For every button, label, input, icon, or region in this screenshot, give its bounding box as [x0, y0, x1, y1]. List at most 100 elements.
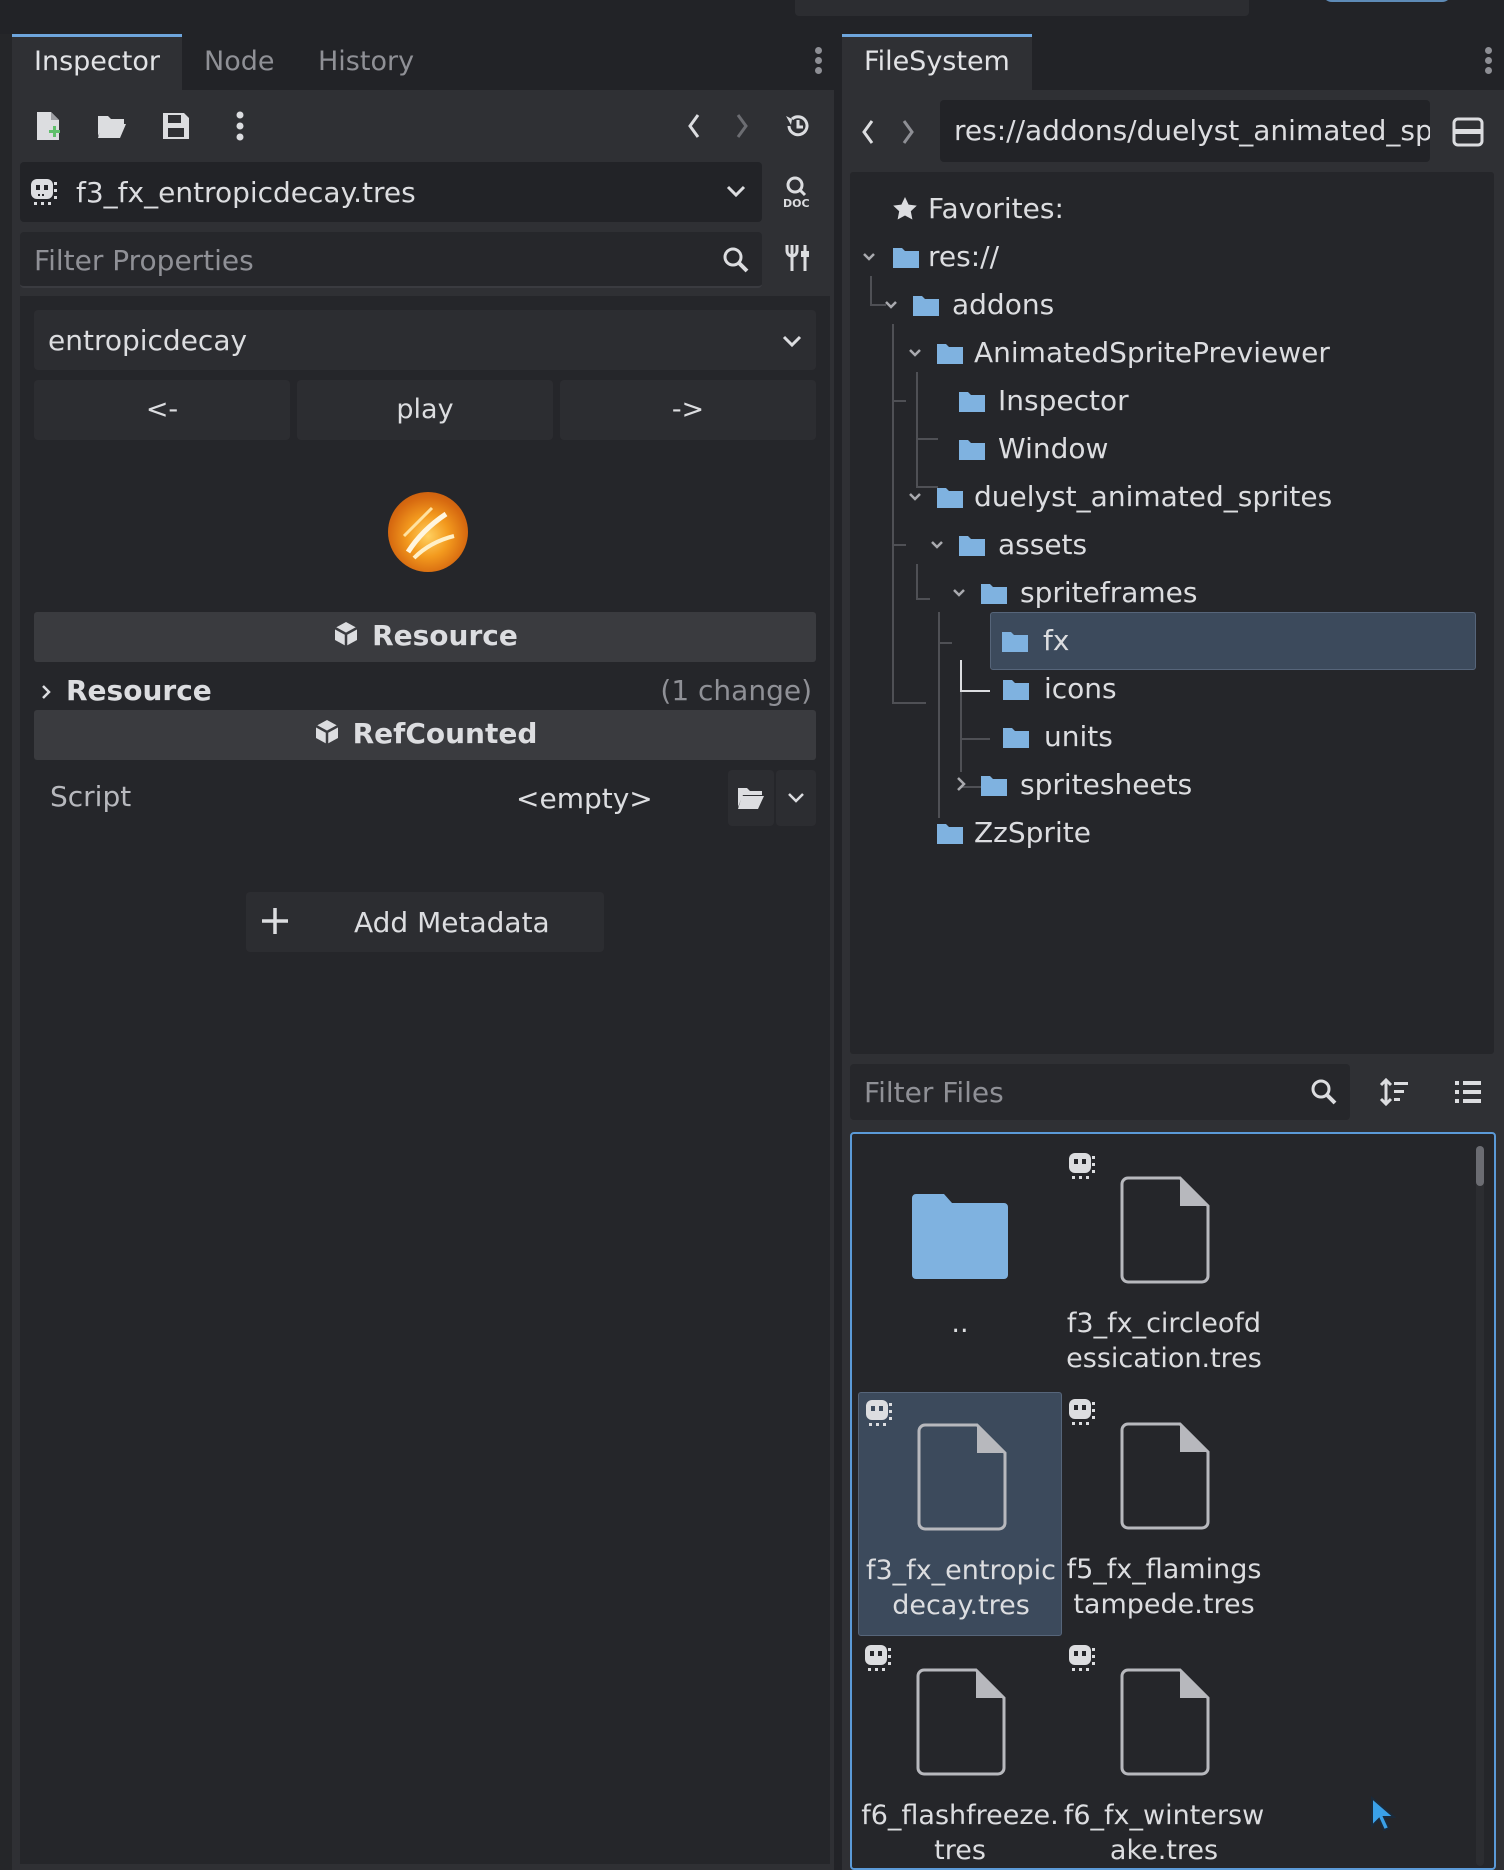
- folder-icon: [910, 1192, 1010, 1282]
- tree-item-addons[interactable]: addons: [850, 280, 1490, 330]
- file-item[interactable]: f3_fx_circleofdessication.tres: [1062, 1146, 1266, 1390]
- file-icon: [1120, 1176, 1210, 1286]
- inspector-dock-tabbar: Inspector Node History: [12, 34, 834, 90]
- resource-name: f3_fx_entropicdecay.tres: [76, 176, 416, 209]
- svg-text:DOC: DOC: [783, 197, 810, 209]
- filter-properties-input[interactable]: Filter Properties: [20, 232, 762, 288]
- tree-item-zzsprite[interactable]: ZzSprite: [850, 808, 1490, 858]
- file-icon: [916, 1668, 1006, 1778]
- inspector-properties: entropicdecay <- play -> Resource Resour…: [20, 296, 830, 1864]
- chevron-down-icon: [908, 492, 922, 502]
- tree-item-spriteframes[interactable]: spriteframes: [850, 568, 1490, 618]
- more-options-icon[interactable]: [218, 104, 262, 148]
- tree-item-assets[interactable]: assets: [850, 520, 1490, 570]
- file-grid-scrollbar[interactable]: [1476, 1146, 1484, 1866]
- folder-icon: [958, 389, 986, 413]
- file-item[interactable]: f6_fx_winterswake.tres: [1062, 1638, 1266, 1868]
- file-item-parent[interactable]: ..: [858, 1146, 1062, 1390]
- resource-changes-count: (1 change): [660, 674, 812, 707]
- open-folder-icon[interactable]: [90, 104, 134, 148]
- spriteframes-icon: [1068, 1644, 1098, 1672]
- navigate-back-icon[interactable]: [850, 110, 886, 154]
- file-icon: [1120, 1422, 1210, 1532]
- tree-item-spritesheets[interactable]: spritesheets: [850, 760, 1490, 810]
- path-input[interactable]: res://addons/duelyst_animated_spr: [940, 100, 1430, 162]
- folder-icon: [1002, 677, 1030, 701]
- star-icon: [892, 196, 918, 222]
- spriteframes-icon: [1068, 1398, 1098, 1426]
- tree-favorites[interactable]: Favorites:: [850, 184, 1490, 234]
- new-resource-icon[interactable]: [26, 104, 70, 148]
- file-item[interactable]: f5_fx_flamingstampede.tres: [1062, 1392, 1266, 1636]
- animation-select-value: entropicdecay: [48, 324, 248, 357]
- tab-filesystem[interactable]: FileSystem: [842, 34, 1032, 90]
- split-mode-icon[interactable]: [1446, 110, 1490, 154]
- object-history-icon[interactable]: [776, 104, 820, 148]
- folder-icon: [936, 485, 964, 509]
- cube-icon: [313, 718, 341, 746]
- folder-icon: [892, 245, 920, 269]
- dock-menu-icon[interactable]: [1476, 44, 1500, 80]
- script-label: Script: [50, 780, 132, 813]
- resource-group-row[interactable]: Resource (1 change): [34, 666, 816, 716]
- spriteframes-icon: [864, 1644, 894, 1672]
- file-item[interactable]: f6_flashfreeze.tres: [858, 1638, 1062, 1868]
- script-value[interactable]: <empty>: [516, 782, 653, 815]
- search-icon: [722, 246, 750, 274]
- scrollbar-thumb[interactable]: [1476, 1146, 1484, 1186]
- tree-item-units[interactable]: units: [850, 712, 1490, 762]
- tree-item-inspector[interactable]: Inspector: [850, 376, 1490, 426]
- doc-help-icon[interactable]: DOC: [776, 170, 820, 214]
- filesystem-dock-tabbar: FileSystem: [842, 34, 1504, 90]
- file-name: f3_fx_entropicdecay.tres: [866, 1555, 1056, 1621]
- chevron-down-icon: [788, 793, 804, 803]
- sprite-preview: [388, 492, 468, 572]
- tree-item-icons[interactable]: icons: [850, 664, 1490, 714]
- inspector-panel: f3_fx_entropicdecay.tres DOC Filter Prop…: [12, 90, 834, 1870]
- file-name: ..: [951, 1308, 969, 1339]
- history-forward-icon[interactable]: [720, 104, 764, 148]
- dock-menu-icon[interactable]: [806, 44, 830, 80]
- filesystem-panel: res://addons/duelyst_animated_spr Favori…: [842, 90, 1504, 1870]
- next-frame-button[interactable]: ->: [560, 380, 816, 440]
- folder-icon: [912, 293, 940, 317]
- path-value: res://addons/duelyst_animated_spr: [954, 114, 1430, 147]
- dock-splitter[interactable]: [834, 34, 842, 1870]
- search-icon: [1310, 1078, 1338, 1106]
- refcounted-section-header: RefCounted: [34, 710, 816, 760]
- tree-item-root[interactable]: res://: [850, 232, 1490, 282]
- save-icon[interactable]: [154, 104, 198, 148]
- scene-tab-fragment: [795, 0, 1249, 16]
- accent-fragment: [1322, 0, 1452, 2]
- script-options-button[interactable]: [776, 770, 816, 826]
- chevron-right-icon: [40, 684, 52, 700]
- script-property-row: Script <empty>: [34, 770, 816, 826]
- tab-history[interactable]: History: [296, 34, 436, 90]
- tab-inspector[interactable]: Inspector: [12, 34, 182, 90]
- tree-item-duelyst-animated-sprites[interactable]: duelyst_animated_sprites: [850, 472, 1490, 522]
- play-button[interactable]: play: [297, 380, 553, 440]
- tree-item-fx[interactable]: fx: [990, 612, 1476, 670]
- add-metadata-label: Add Metadata: [354, 906, 550, 939]
- tree-item-animatedspritepreviewer[interactable]: AnimatedSpritePreviewer: [850, 328, 1490, 378]
- tools-icon[interactable]: [776, 236, 820, 280]
- resource-picker[interactable]: f3_fx_entropicdecay.tres: [20, 162, 762, 222]
- file-item-selected[interactable]: f3_fx_entropicdecay.tres: [858, 1392, 1062, 1636]
- mouse-cursor-icon: [1370, 1796, 1396, 1832]
- file-name: f3_fx_circleofdessication.tres: [1066, 1308, 1262, 1374]
- filter-properties-placeholder: Filter Properties: [34, 244, 254, 277]
- filter-files-input[interactable]: Filter Files: [850, 1064, 1350, 1120]
- filesystem-tree: Favorites: res:// addons AnimatedSpriteP…: [850, 172, 1494, 1054]
- navigate-forward-icon[interactable]: [890, 110, 926, 154]
- list-view-icon[interactable]: [1446, 1070, 1490, 1114]
- load-script-button[interactable]: [728, 770, 774, 826]
- sort-icon[interactable]: [1372, 1070, 1416, 1114]
- history-back-icon[interactable]: [672, 104, 716, 148]
- add-metadata-button[interactable]: Add Metadata: [246, 892, 604, 952]
- tab-node[interactable]: Node: [182, 34, 296, 90]
- tree-item-window[interactable]: Window: [850, 424, 1490, 474]
- chevron-down-icon: [862, 252, 876, 262]
- chevron-down-icon[interactable]: [726, 184, 746, 198]
- animation-select[interactable]: entropicdecay: [34, 310, 816, 370]
- previous-frame-button[interactable]: <-: [34, 380, 290, 440]
